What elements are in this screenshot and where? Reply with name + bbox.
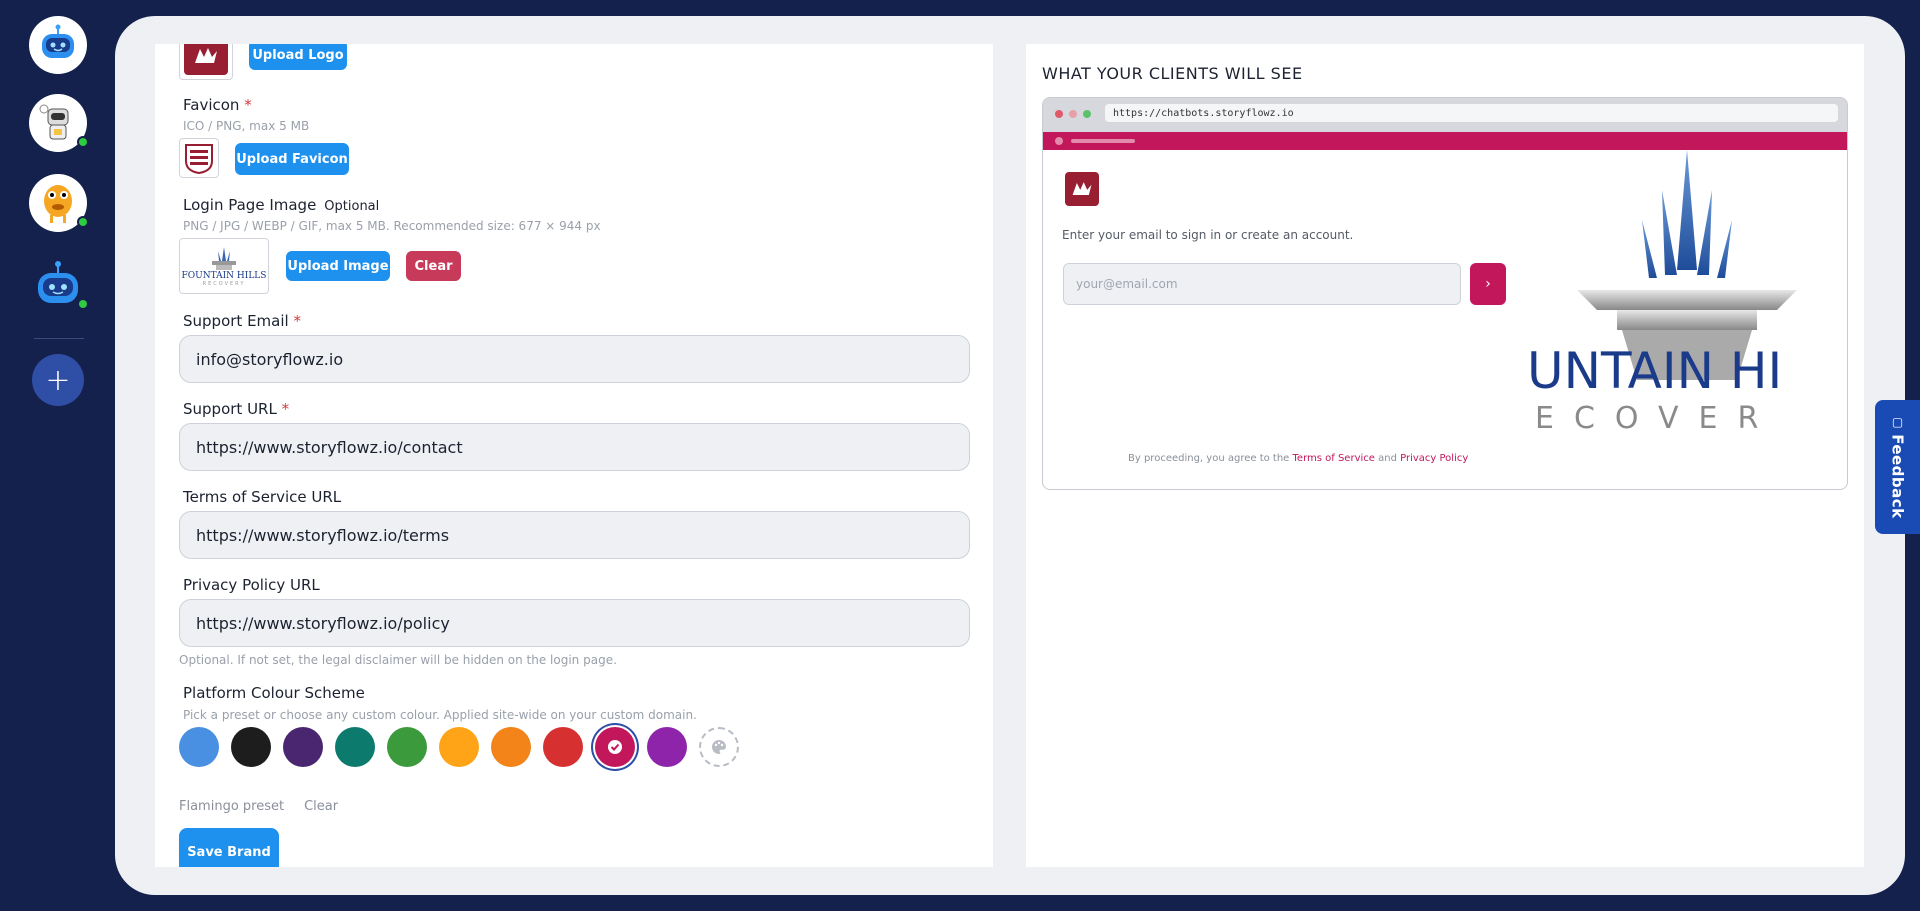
support-url-field[interactable]: https://www.storyflowz.io/contact [179,423,970,471]
privacy-url-field[interactable]: https://www.storyflowz.io/policy [179,599,970,647]
login-image-label: Login Page Image Optional [183,196,380,214]
preview-card: WHAT YOUR CLIENTS WILL SEE https://chatb… [1026,44,1864,867]
preview-legal-text: By proceeding, you agree to the Terms of… [1128,453,1469,464]
robot-icon [42,24,74,58]
robot-icon [39,104,69,140]
preset-row: Flamingo preset Clear [179,799,338,814]
color-swatch[interactable] [231,727,271,767]
favicon-thumbnail [179,138,219,178]
browser-url-bar: https://chatbots.storyflowz.io [1105,104,1838,122]
brand-form-card: Upload Logo Favicon * ICO / PNG, max 5 M… [155,44,993,867]
fountain-icon [212,247,236,270]
logo-thumbnail [179,44,233,80]
palette-icon [712,740,726,754]
crest-icon [185,144,213,175]
bot-avatar-1[interactable] [29,16,87,74]
feedback-label: Feedback [1888,434,1907,519]
svg-text:ECOVER: ECOVER [1535,401,1778,436]
save-brand-button[interactable]: Save Brand [179,828,279,867]
tos-url-field[interactable]: https://www.storyflowz.io/terms [179,511,970,559]
support-email-field[interactable]: info@storyflowz.io [179,335,970,383]
online-status-dot [77,216,89,228]
preview-email-input: your@email.com [1063,263,1461,305]
browser-preview: https://chatbots.storyflowz.io Enter you… [1042,97,1848,490]
chat-bubble-icon: ▢ [1890,415,1905,435]
preview-logo [1065,172,1099,206]
sidebar: + [0,0,115,911]
color-swatches [179,727,739,767]
browser-toolbar: https://chatbots.storyflowz.io [1043,98,1847,132]
login-image-hint: PNG / JPG / WEBP / GIF, max 5 MB. Recomm… [183,219,601,233]
check-icon [608,740,622,754]
clear-image-button[interactable]: Clear [406,251,461,281]
color-swatch[interactable] [595,727,635,767]
preset-name: Flamingo preset [179,799,285,814]
privacy-url-hint: Optional. If not set, the legal disclaim… [179,653,617,667]
preview-login-image: UNTAIN HI ECOVER [1527,150,1847,489]
preview-accent-bar [1043,132,1847,150]
color-scheme-hint: Pick a preset or choose any custom colou… [183,708,697,722]
cougar-logo-icon [1072,182,1092,195]
bot-avatar-4[interactable] [29,256,89,314]
color-scheme-label: Platform Colour Scheme [183,684,365,702]
color-swatch[interactable] [179,727,219,767]
upload-image-button[interactable]: Upload Image [286,251,390,281]
color-swatch[interactable] [387,727,427,767]
favicon-label: Favicon * [183,96,252,114]
color-swatch[interactable] [647,727,687,767]
tos-url-label: Terms of Service URL [183,488,342,506]
login-image-thumbnail: FOUNTAIN HILLS RECOVERY [179,238,269,294]
favicon-hint: ICO / PNG, max 5 MB [183,119,310,133]
color-swatch[interactable] [491,727,531,767]
preview-submit-chevron-icon: › [1470,263,1506,305]
upload-logo-button[interactable]: Upload Logo [249,44,347,70]
preview-title: WHAT YOUR CLIENTS WILL SEE [1042,64,1303,83]
online-status-dot [77,298,89,310]
color-swatch[interactable] [335,727,375,767]
color-swatch[interactable] [439,727,479,767]
privacy-url-label: Privacy Policy URL [183,576,320,594]
preview-sign-in-text: Enter your email to sign in or create an… [1062,228,1354,242]
color-swatch[interactable] [283,727,323,767]
clear-preset-link[interactable]: Clear [304,799,338,814]
support-email-label: Support Email * [183,312,301,330]
upload-favicon-button[interactable]: Upload Favicon [235,143,349,175]
svg-text:UNTAIN HI: UNTAIN HI [1527,342,1782,400]
custom-color-palette-button[interactable] [699,727,739,767]
color-swatch[interactable] [543,727,583,767]
support-url-label: Support URL * [183,400,290,418]
main-panel: Upload Logo Favicon * ICO / PNG, max 5 M… [115,16,1905,895]
add-bot-button[interactable]: + [32,354,84,406]
bot-avatar-2[interactable] [29,94,89,152]
online-status-dot [77,136,89,148]
window-maximize-dot [1083,110,1091,118]
window-close-dot [1055,110,1063,118]
sidebar-divider [34,338,84,339]
cougar-logo-icon [184,44,228,75]
cartoon-character-icon [44,185,72,223]
feedback-tab[interactable]: ▢ Feedback [1875,400,1920,534]
fountain-illustration-icon: UNTAIN HI ECOVER [1527,150,1797,436]
bot-avatar-3[interactable] [29,174,89,232]
window-minimize-dot [1069,110,1077,118]
